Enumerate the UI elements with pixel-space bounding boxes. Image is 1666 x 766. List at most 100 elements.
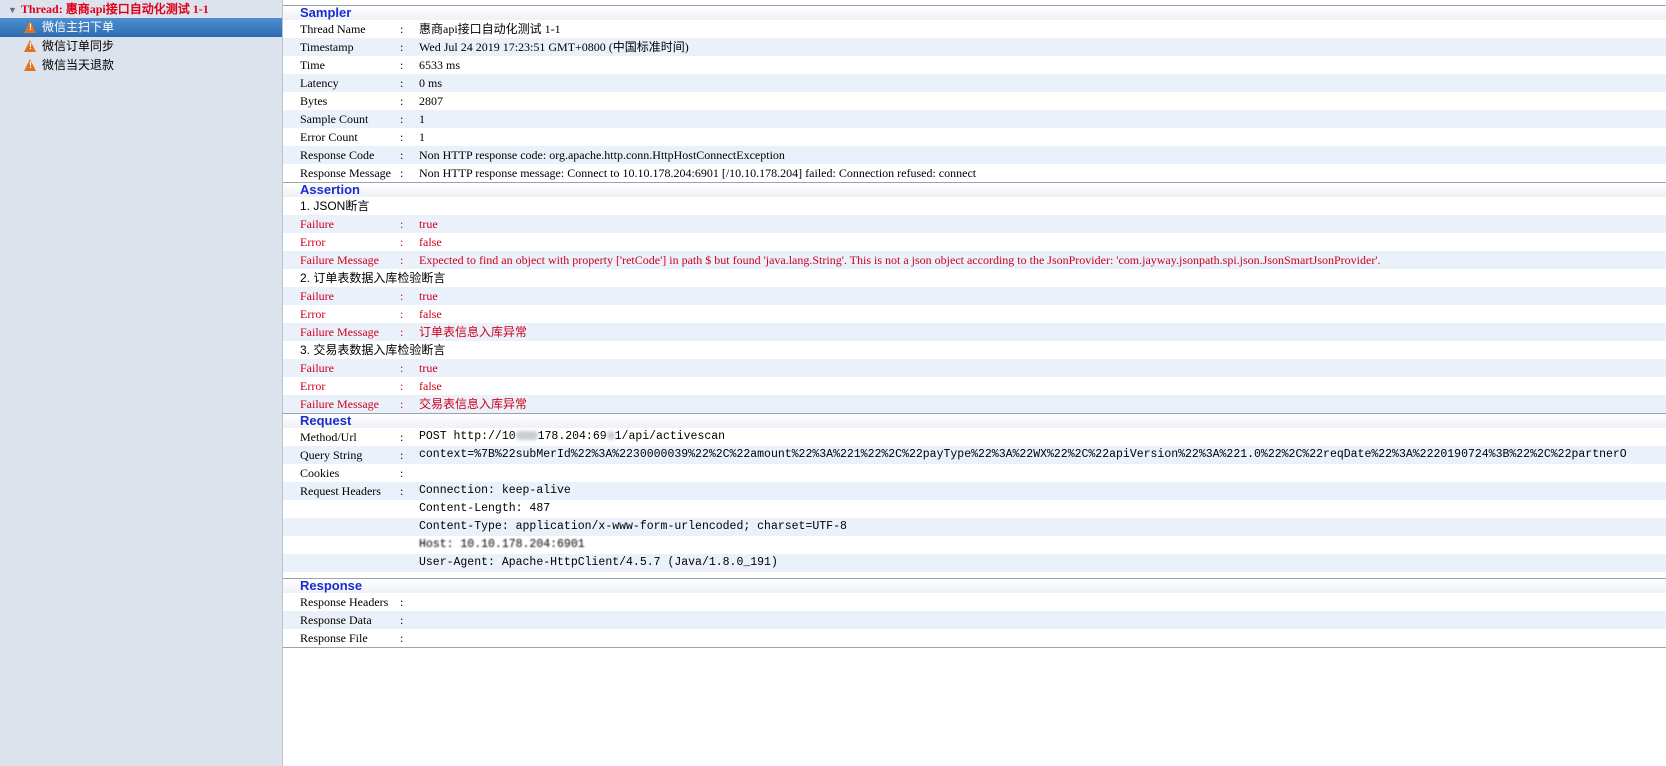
- response-row: Response Headers:: [283, 593, 1666, 611]
- request-header-row: Content-Length: 487: [283, 500, 1666, 518]
- response-row: Response Data:: [283, 611, 1666, 629]
- field-label: Timestamp: [300, 40, 354, 54]
- field-label: Response Headers: [300, 595, 389, 609]
- field-label: Query String: [300, 448, 363, 462]
- assertion-error-row: Error: false: [283, 377, 1666, 395]
- warning-icon: [24, 21, 37, 33]
- field-label: Failure Message: [300, 325, 379, 339]
- tree-item-label: 微信主扫下单: [42, 20, 115, 34]
- bottom-divider: [283, 647, 1666, 648]
- field-value: Expected to find an object with property…: [419, 253, 1381, 267]
- assertion-message-row: Failure Message: 交易表信息入库异常: [283, 395, 1666, 413]
- request-method-row: Method/Url: POST http://10 178.204:69 1/ap…: [283, 428, 1666, 446]
- field-value: 1: [419, 130, 425, 144]
- collapse-triangle-icon[interactable]: ▼: [8, 5, 17, 15]
- assertion-name: 1. JSON断言: [283, 197, 1666, 215]
- tree-thread-node[interactable]: ▼ Thread: 惠商api接口自动化测试 1-1: [0, 0, 282, 18]
- tree-item-wechat-scan-order[interactable]: 微信主扫下单: [0, 18, 282, 37]
- field-colon: :: [400, 217, 404, 231]
- header-line: Host: 10.10.178.204:6901: [419, 538, 585, 551]
- field-label: Request Headers: [300, 484, 381, 498]
- sampler-row: Timestamp: Wed Jul 24 2019 17:23:51 GMT+0…: [283, 38, 1666, 56]
- field-label: Error Count: [300, 130, 358, 144]
- field-label: Failure: [300, 361, 334, 375]
- field-label: Error: [300, 235, 326, 249]
- field-value: false: [419, 379, 442, 393]
- redacted-blur: [606, 431, 615, 441]
- field-label: Failure: [300, 217, 334, 231]
- field-value: true: [419, 289, 438, 303]
- assertion-error-row: Error: false: [283, 233, 1666, 251]
- warning-icon: [24, 59, 37, 71]
- field-colon: :: [400, 484, 404, 498]
- field-colon: :: [400, 325, 404, 339]
- field-label: Error: [300, 307, 326, 321]
- field-value: true: [419, 361, 438, 375]
- field-label: Failure: [300, 289, 334, 303]
- field-value: Non HTTP response code: org.apache.http.…: [419, 148, 785, 162]
- assertion-section-header: Assertion: [283, 182, 1666, 197]
- assertion-title: 2. 订单表数据入库检验断言: [300, 271, 446, 285]
- field-value: 交易表信息入库异常: [419, 397, 528, 411]
- tree-item-wechat-order-sync[interactable]: 微信订单同步: [0, 37, 282, 56]
- field-label: Failure Message: [300, 397, 379, 411]
- method-url-value: POST http://10 178.204:69 1/api/activescan: [419, 428, 725, 446]
- header-line: User-Agent: Apache-HttpClient/4.5.7 (Jav…: [419, 556, 778, 569]
- field-label: Response Code: [300, 148, 375, 162]
- field-value: 惠商api接口自动化测试 1-1: [419, 22, 561, 36]
- field-colon: :: [400, 76, 404, 90]
- field-label: Latency: [300, 76, 339, 90]
- field-colon: :: [400, 130, 404, 144]
- field-colon: :: [400, 631, 404, 645]
- field-label: Thread Name: [300, 22, 366, 36]
- assertion-failure-row: Failure: true: [283, 287, 1666, 305]
- assertion-message-row: Failure Message: 订单表信息入库异常: [283, 323, 1666, 341]
- request-header-row: Host: 10.10.178.204:6901: [283, 536, 1666, 554]
- header-line: Connection: keep-alive: [419, 484, 571, 497]
- field-colon: :: [400, 148, 404, 162]
- field-colon: :: [400, 40, 404, 54]
- sampler-row: Sample Count: 1: [283, 110, 1666, 128]
- sampler-row: Error Count: 1: [283, 128, 1666, 146]
- request-section-header: Request: [283, 413, 1666, 428]
- field-colon: :: [400, 613, 404, 627]
- url-prefix: POST http://10: [419, 430, 516, 443]
- tree-item-label: 微信当天退款: [42, 58, 115, 72]
- sampler-row: Thread Name: 惠商api接口自动化测试 1-1: [283, 20, 1666, 38]
- field-value: context=%7B%22subMerId%22%3A%2230000039%…: [419, 448, 1627, 461]
- field-value: 订单表信息入库异常: [419, 325, 528, 339]
- request-cookies-row: Cookies:: [283, 464, 1666, 482]
- field-colon: :: [400, 595, 404, 609]
- field-colon: :: [400, 253, 404, 267]
- field-value: 2807: [419, 94, 443, 108]
- request-header-row: Content-Type: application/x-www-form-url…: [283, 518, 1666, 536]
- field-label: Bytes: [300, 94, 328, 108]
- field-colon: :: [400, 22, 404, 36]
- assertion-title: 1. JSON断言: [300, 199, 370, 213]
- field-label: Response File: [300, 631, 368, 645]
- field-label: Error: [300, 379, 326, 393]
- field-colon: :: [400, 94, 404, 108]
- field-colon: :: [400, 166, 404, 180]
- field-colon: :: [400, 466, 404, 480]
- thread-name: Thread: 惠商api接口自动化测试 1-1: [20, 2, 209, 16]
- request-query-row: Query String: context=%7B%22subMerId%22%3…: [283, 446, 1666, 464]
- field-label: Cookies: [300, 466, 340, 480]
- request-headers-row: Request Headers: Connection: keep-alive: [283, 482, 1666, 500]
- field-label: Method/Url: [300, 430, 357, 444]
- field-label: Failure Message: [300, 253, 379, 267]
- sampler-row: Response Code: Non HTTP response code: or…: [283, 146, 1666, 164]
- field-value: 1: [419, 112, 425, 126]
- sampler-row: Time: 6533 ms: [283, 56, 1666, 74]
- field-colon: :: [400, 397, 404, 411]
- field-label: Response Message: [300, 166, 391, 180]
- sampler-row: Response Message: Non HTTP response messa…: [283, 164, 1666, 182]
- assertion-failure-row: Failure: true: [283, 359, 1666, 377]
- field-colon: :: [400, 112, 404, 126]
- field-colon: :: [400, 379, 404, 393]
- field-colon: :: [400, 307, 404, 321]
- tree-item-wechat-refund[interactable]: 微信当天退款: [0, 56, 282, 75]
- field-value: Non HTTP response message: Connect to 10…: [419, 166, 977, 180]
- field-colon: :: [400, 361, 404, 375]
- request-header-row: User-Agent: Apache-HttpClient/4.5.7 (Jav…: [283, 554, 1666, 572]
